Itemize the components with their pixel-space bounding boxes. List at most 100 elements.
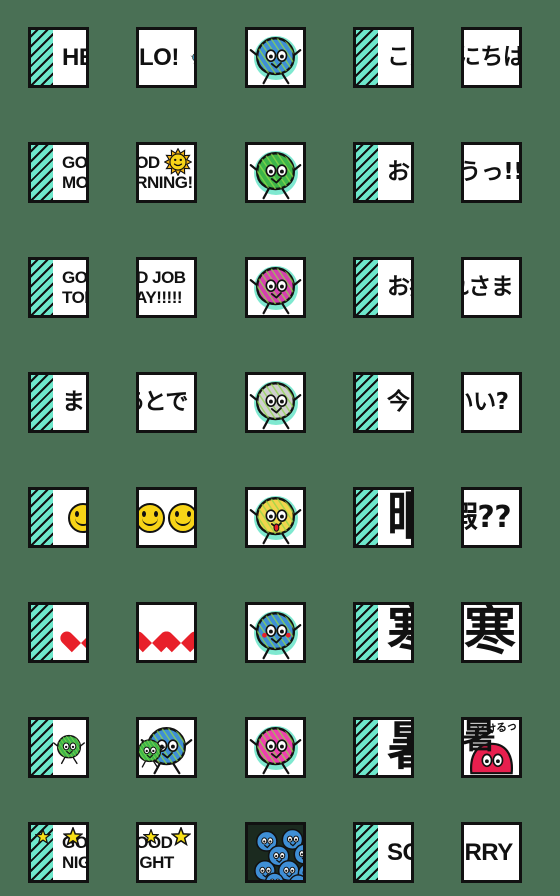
- star-icon: [142, 827, 160, 850]
- smiley-face-icon: [68, 502, 86, 533]
- sticker-good-job-today-part2[interactable]: OD JOB DAY!!!!!: [136, 257, 197, 318]
- sticker-text: こん: [387, 44, 411, 70]
- sticker-content: [248, 605, 303, 660]
- sticker-sorry-part2[interactable]: ORRY: [461, 822, 522, 883]
- sticker-text: いい?: [464, 389, 509, 415]
- sticker-otsukaresama-part1[interactable]: お疲: [353, 257, 414, 318]
- sticker-text: ようっ!!: [464, 159, 519, 185]
- sticker-green-blob-small[interactable]: [28, 717, 89, 778]
- sticker-hello-part1[interactable]: HEL: [28, 27, 89, 88]
- star-icon: [170, 825, 192, 852]
- sticker-ima-ii-part1[interactable]: 今い: [353, 372, 414, 433]
- icon-row: [68, 502, 86, 533]
- sticker-sorry-part1[interactable]: SO: [353, 822, 414, 883]
- sticker-content: 今い: [356, 375, 411, 430]
- sticker-ohayou-part1[interactable]: おは: [353, 142, 414, 203]
- blob-character: [248, 605, 303, 660]
- sticker-text: 寒: [387, 606, 411, 658]
- sticker-content: GOO MOR: [31, 145, 86, 200]
- atsui-kanji-fragment: 暑: [464, 720, 496, 757]
- sticker-gray-blob-happy[interactable]: [245, 372, 306, 433]
- sticker-content: おは: [356, 145, 411, 200]
- icon-row: [139, 621, 194, 645]
- sticker-blue-blob-waving[interactable]: [245, 27, 306, 88]
- blob-character: [248, 260, 303, 315]
- sticker-text: れさま: [464, 274, 514, 300]
- sticker-melting-red-blob[interactable]: とけるっ暑: [461, 717, 522, 778]
- sticker-hello-part2-with-halo-character[interactable]: LO!: [136, 27, 197, 88]
- sticker-content: また: [31, 375, 86, 430]
- sticker-double-smiley[interactable]: [136, 487, 197, 548]
- sticker-konnichiwa-part2[interactable]: にちは: [461, 27, 522, 88]
- sticker-content: [139, 720, 194, 775]
- sticker-good-morning-part2-with-sun[interactable]: OD RNING!!: [136, 142, 197, 203]
- blob-character: [248, 375, 303, 430]
- blob-character: [516, 605, 519, 660]
- sticker-content: いい?: [464, 375, 519, 430]
- sticker-blue-blob-pattern-tile[interactable]: [245, 822, 306, 883]
- sticker-content: OD JOB DAY!!!!!: [139, 260, 194, 315]
- sticker-samui-kanji[interactable]: 寒: [353, 602, 414, 663]
- sticker-mata-atode-part1[interactable]: また: [28, 372, 89, 433]
- sticker-content: あとで: [139, 375, 194, 430]
- sticker-content: 寒: [464, 605, 519, 660]
- sticker-text: おは: [387, 159, 411, 185]
- sticker-konnichiwa-part1[interactable]: こん: [353, 27, 414, 88]
- sticker-text: 暇: [387, 491, 411, 543]
- sticker-content: にちは: [464, 30, 519, 85]
- sticker-good-job-today-part1[interactable]: GOO TOD: [28, 257, 89, 318]
- sticker-good-morning-part1[interactable]: GOO MOR: [28, 142, 89, 203]
- sticker-green-blob-cheering[interactable]: [245, 142, 306, 203]
- sticker-otsukaresama-part2[interactable]: れさま: [461, 257, 522, 318]
- smiley-face-icon: [139, 502, 165, 533]
- sticker-text: 暇??: [464, 499, 512, 535]
- sticker-content: [248, 30, 303, 85]
- blob-character: [179, 30, 194, 85]
- sticker-good-night-part1[interactable]: GO NIG: [28, 822, 89, 883]
- emoji-sticker-grid: HEL LO! こん にちは GOO MOR OD RNING!! おは ようっ!! GOO T…: [0, 0, 560, 896]
- sticker-ima-ii-part2[interactable]: いい?: [461, 372, 522, 433]
- sticker-content: 暑: [356, 720, 411, 775]
- sticker-content: お疲: [356, 260, 411, 315]
- sticker-text: GOO MOR: [62, 152, 86, 192]
- sticker-content: 暇: [356, 490, 411, 545]
- sticker-text: SO: [387, 838, 411, 866]
- blob-character: [139, 720, 194, 775]
- sticker-blue-blob-blushing[interactable]: [245, 602, 306, 663]
- sticker-magenta-blob-standing[interactable]: [245, 257, 306, 318]
- blob-character: [248, 490, 303, 545]
- sticker-content: ようっ!!: [464, 145, 519, 200]
- sticker-text: また: [62, 389, 86, 415]
- icon-row: [139, 502, 194, 533]
- sticker-text: OD JOB DAY!!!!!: [139, 267, 186, 307]
- sticker-atsui-kanji[interactable]: 暑: [353, 717, 414, 778]
- sticker-content: HEL: [31, 30, 86, 85]
- sticker-content: [248, 490, 303, 545]
- sticker-text: GOO TOD: [62, 267, 86, 307]
- sticker-samui-with-shivering-blob[interactable]: 寒: [461, 602, 522, 663]
- sticker-text: あとで: [139, 389, 188, 415]
- sticker-ohayou-part2[interactable]: ようっ!!: [461, 142, 522, 203]
- smiley-face-icon: [168, 502, 194, 533]
- sticker-single-smiley[interactable]: [28, 487, 89, 548]
- sticker-text: お疲: [387, 274, 411, 300]
- sticker-content: LO!: [139, 30, 194, 85]
- smile-mouth: [142, 516, 158, 526]
- sticker-content: とけるっ暑: [464, 720, 519, 775]
- sticker-single-heart[interactable]: [28, 602, 89, 663]
- sticker-green-and-blue-blobs-running[interactable]: [136, 717, 197, 778]
- sticker-mata-atode-part2[interactable]: あとで: [136, 372, 197, 433]
- sticker-good-night-part2[interactable]: OOD IGHT: [136, 822, 197, 883]
- sticker-text: LO!: [139, 43, 179, 71]
- blob-character: [248, 30, 303, 85]
- sticker-content: [139, 490, 194, 545]
- blob-character: [52, 720, 86, 775]
- sticker-text: 寒: [464, 605, 516, 660]
- sticker-yellow-blob-excited[interactable]: [245, 487, 306, 548]
- sticker-hima-question[interactable]: 暇??: [461, 487, 522, 548]
- sticker-pink-blob-cheering[interactable]: [245, 717, 306, 778]
- sticker-double-heart[interactable]: [136, 602, 197, 663]
- sticker-content: [248, 825, 303, 880]
- sticker-hima-kanji[interactable]: 暇: [353, 487, 414, 548]
- sticker-text: ORRY: [464, 838, 513, 866]
